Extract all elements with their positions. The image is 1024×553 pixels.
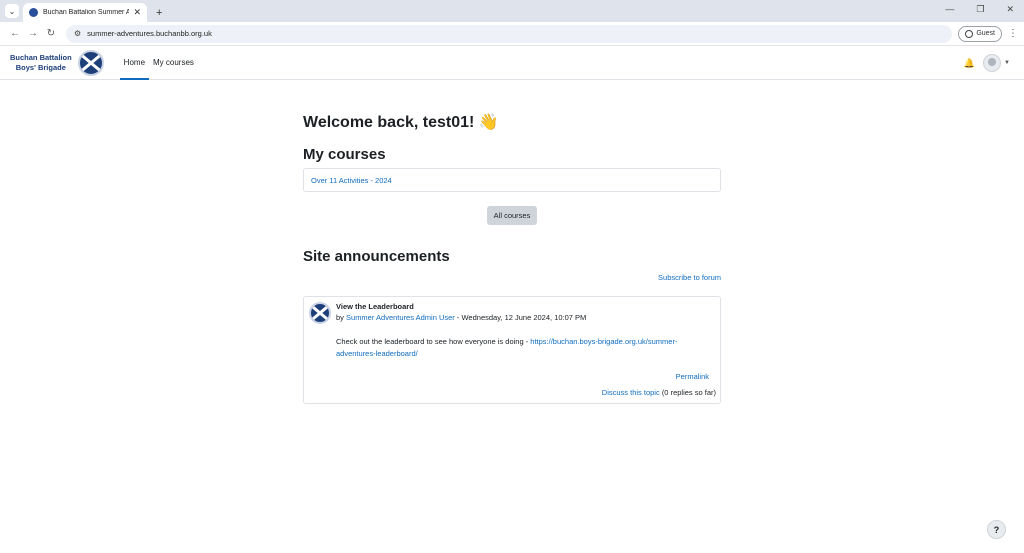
restore-icon[interactable]: ❐ [976, 4, 984, 15]
forum-post: View the Leaderboard by Summer Adventure… [303, 296, 721, 404]
post-author-link[interactable]: Summer Adventures Admin User [346, 313, 455, 322]
minimize-icon[interactable]: — [945, 4, 954, 15]
course-card[interactable]: Over 11 Activities - 2024 [303, 168, 721, 192]
favicon-icon [29, 8, 38, 17]
profile-icon [965, 29, 974, 38]
author-avatar[interactable] [309, 302, 331, 324]
new-tab-icon[interactable]: + [156, 7, 162, 19]
primary-navigation: Home My courses [119, 46, 198, 80]
forward-icon[interactable]: → [24, 28, 42, 39]
tab-search-icon[interactable]: ⌄ [5, 4, 19, 18]
subscribe-link[interactable]: Subscribe to forum [658, 273, 721, 282]
all-courses-wrap: All courses [303, 205, 721, 225]
nav-my-courses[interactable]: My courses [149, 46, 198, 80]
post-meta: by Summer Adventures Admin User - Wednes… [336, 313, 586, 322]
discuss-topic-link[interactable]: Discuss this topic [602, 388, 660, 397]
close-tab-icon[interactable]: ✕ [133, 7, 141, 18]
discuss-row: Discuss this topic (0 replies so far) [602, 388, 716, 397]
browser-tab[interactable]: Buchan Battalion Summer Adve ✕ [23, 3, 147, 22]
browser-menu-icon[interactable]: ⋮ [1008, 28, 1018, 39]
brand-line1: Buchan Battalion [10, 52, 72, 62]
main-content: Welcome back, test01! 👋 My courses Over … [303, 112, 721, 404]
course-link[interactable]: Over 11 Activities - 2024 [311, 176, 392, 185]
notification-bell-icon[interactable]: 🔔 [964, 58, 975, 69]
my-courses-heading: My courses [303, 146, 386, 163]
post-date: - Wednesday, 12 June 2024, 10:07 PM [456, 313, 587, 322]
guest-profile-button[interactable]: Guest [958, 25, 1002, 42]
tab-title: Buchan Battalion Summer Adve [43, 9, 130, 16]
user-avatar[interactable] [983, 54, 1002, 72]
site-navbar: Buchan Battalion Boys' Brigade Home My c… [0, 46, 1024, 80]
all-courses-button[interactable]: All courses [486, 206, 538, 225]
post-by: by [336, 313, 344, 322]
url-input[interactable]: ⚙ summer-adventures.buchanbb.org.uk [66, 24, 953, 43]
user-menu-area: 🔔 ▼ [964, 46, 1010, 80]
guest-label: Guest [976, 30, 995, 37]
subscribe-forum-link: Subscribe to forum [303, 273, 721, 282]
site-announcements-heading: Site announcements [303, 248, 450, 265]
help-button[interactable]: ? [987, 520, 1006, 539]
post-body-text: Check out the leaderboard to see how eve… [336, 337, 531, 346]
permalink-link[interactable]: Permalink [676, 372, 709, 381]
close-window-icon[interactable]: ✕ [1006, 4, 1014, 15]
site-brand[interactable]: Buchan Battalion Boys' Brigade [10, 49, 104, 76]
back-icon[interactable]: ← [6, 28, 24, 39]
logo-icon [77, 49, 104, 76]
replies-count: (0 replies so far) [661, 388, 716, 397]
brand-line2: Boys' Brigade [15, 62, 66, 72]
browser-tab-bar: ⌄ Buchan Battalion Summer Adve ✕ + — ❐ ✕ [0, 0, 1024, 22]
site-info-icon[interactable]: ⚙ [74, 29, 81, 38]
chevron-down-icon[interactable]: ▼ [1004, 60, 1010, 66]
reload-icon[interactable]: ↻ [42, 28, 60, 39]
address-bar: ← → ↻ ⚙ summer-adventures.buchanbb.org.u… [0, 22, 1024, 46]
url-text: summer-adventures.buchanbb.org.uk [87, 29, 212, 38]
nav-home[interactable]: Home [119, 46, 150, 80]
brand-text: Buchan Battalion Boys' Brigade [10, 53, 72, 73]
post-subject: View the Leaderboard [336, 302, 414, 311]
post-body: Check out the leaderboard to see how eve… [336, 336, 714, 360]
welcome-heading: Welcome back, test01! 👋 [303, 114, 499, 131]
window-controls: — ❐ ✕ [945, 4, 1014, 15]
